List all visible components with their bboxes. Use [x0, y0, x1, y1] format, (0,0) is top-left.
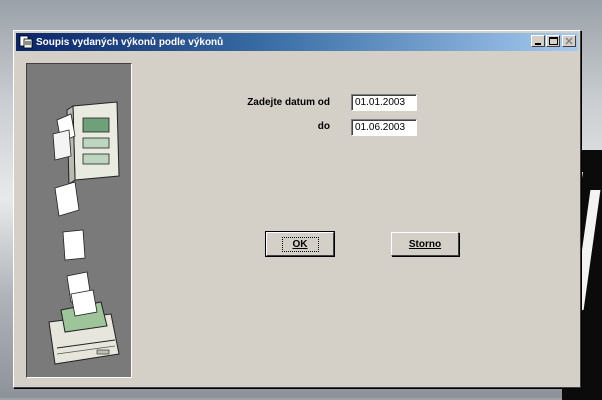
close-button[interactable]: [562, 35, 576, 47]
minimize-icon: [535, 43, 541, 45]
app-icon[interactable]: [19, 35, 33, 49]
date-to-label: do: [317, 121, 330, 132]
paper-sheet: [62, 229, 86, 261]
window-title: Soupis vydaných výkonů podle výkonů: [36, 36, 224, 48]
ok-button[interactable]: OK: [265, 231, 335, 257]
dialog-window: Soupis vydaných výkonů podle výkonů Zade…: [13, 30, 581, 388]
date-from-field[interactable]: [351, 94, 417, 111]
maximize-button[interactable]: [546, 35, 560, 47]
cancel-button[interactable]: Storno: [391, 232, 459, 256]
paper-sheet: [54, 181, 80, 217]
date-to-field[interactable]: [351, 119, 417, 136]
date-from-label: Zadejte datum od: [247, 97, 330, 108]
title-bar[interactable]: Soupis vydaných výkonů podle výkonů: [16, 33, 578, 51]
ok-button-label: OK: [281, 236, 319, 252]
printer-illustration: [48, 101, 120, 365]
cabinet-drawing: [52, 101, 120, 185]
maximize-icon: [548, 37, 558, 45]
printer-drawing: [48, 289, 120, 365]
cancel-button-label: Storno: [408, 238, 442, 250]
minimize-button[interactable]: [531, 35, 545, 47]
illustration-panel: [26, 63, 132, 378]
close-icon: [565, 37, 573, 45]
